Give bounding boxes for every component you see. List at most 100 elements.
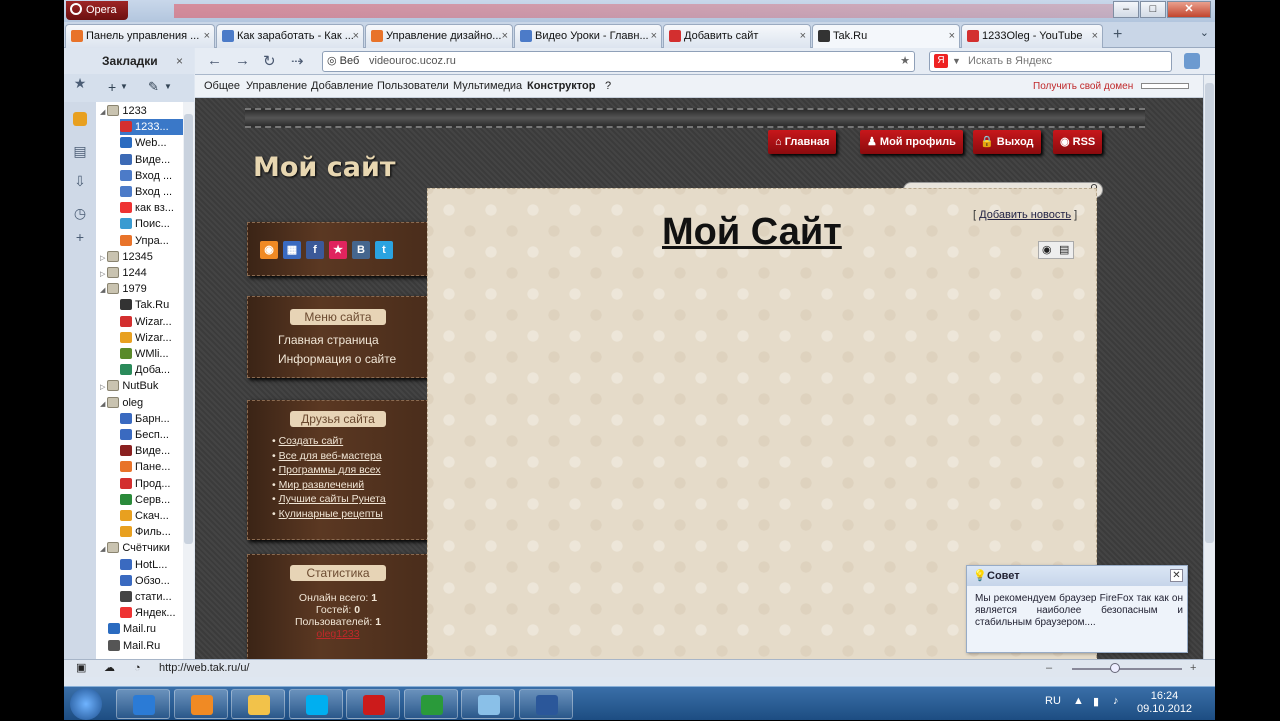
unite-icon[interactable]	[73, 112, 87, 126]
bookmark-folder[interactable]: ◢ 1233	[100, 103, 194, 119]
taskbar-camtasia[interactable]	[403, 689, 458, 719]
add-panel-icon[interactable]: +	[73, 230, 87, 244]
tab-close-icon[interactable]: ×	[651, 25, 657, 47]
bookmark-item[interactable]: Mail.Ru	[108, 638, 194, 654]
collapsed-arrow-icon[interactable]: ▷	[100, 255, 107, 262]
taskbar-opera[interactable]	[346, 689, 400, 719]
star-icon[interactable]: ★	[73, 76, 87, 90]
downloads-icon[interactable]: ⇩	[73, 174, 87, 188]
tab-5[interactable]: Добавить сайт ×	[663, 24, 811, 48]
friend-link[interactable]: Мир развлечений	[279, 479, 365, 491]
network-icon[interactable]: ▮	[1093, 695, 1099, 708]
nav-rss[interactable]: ◉ RSS	[1053, 130, 1103, 154]
facebook-icon[interactable]: f	[306, 241, 324, 259]
menu-item[interactable]: Информация о сайте	[278, 350, 396, 369]
taskbar-ie[interactable]	[116, 689, 170, 719]
expanded-arrow-icon[interactable]: ◢	[100, 287, 107, 294]
zoom-slider[interactable]	[1072, 663, 1182, 673]
tab-close-icon[interactable]: ×	[1092, 25, 1098, 47]
history-icon[interactable]: ◷	[73, 206, 87, 220]
add-news-link[interactable]: Добавить новость	[979, 209, 1071, 221]
bookmark-star-icon[interactable]: ★	[900, 52, 910, 71]
speedometer-icon[interactable]: ◔	[134, 660, 141, 677]
zoom-in-icon[interactable]: +	[1190, 660, 1196, 677]
menu-item[interactable]: Главная страница	[278, 331, 396, 350]
bookmark-folder[interactable]: ◢ Счётчики	[100, 540, 194, 556]
expanded-arrow-icon[interactable]: ◢	[100, 401, 107, 408]
search-field[interactable]: Я ▼ Искать в Яндекс	[929, 51, 1172, 72]
tab-2[interactable]: Как заработать - Как ... ×	[216, 24, 364, 48]
tab-close-icon[interactable]: ×	[353, 25, 359, 47]
collapsed-arrow-icon[interactable]: ▷	[100, 384, 107, 391]
reload-icon[interactable]: ↻	[263, 52, 276, 70]
bookmark-icon[interactable]: ★	[329, 241, 347, 259]
page-scrollbar[interactable]	[1203, 75, 1215, 659]
ucoz-menu-6[interactable]: Конструктор	[527, 75, 595, 98]
ucoz-menu-2[interactable]: Управление	[246, 75, 307, 98]
list-icon[interactable]: ▤	[1059, 243, 1069, 256]
taskbar-notepad[interactable]	[461, 689, 515, 719]
friend-link[interactable]: Все для веб-мастера	[279, 450, 382, 462]
bookmark-folder[interactable]: ▷ 1244	[100, 265, 194, 281]
chevron-down-icon[interactable]: ▼	[164, 82, 172, 91]
tab-1[interactable]: Панель управления ... ×	[65, 24, 215, 48]
tab-7[interactable]: 1233Oleg - YouTube ×	[961, 24, 1103, 48]
tab-close-icon[interactable]: ×	[800, 25, 806, 47]
stat-user-link[interactable]: oleg1233	[248, 628, 428, 640]
tray-expand-icon[interactable]: ▲	[1073, 695, 1084, 707]
bookmark-folder[interactable]: ◢ oleg	[100, 395, 194, 411]
tab-close-icon[interactable]: ×	[502, 25, 508, 47]
bookmark-scrollbar[interactable]	[183, 102, 194, 659]
vk-icon[interactable]: В	[352, 241, 370, 259]
nav-lock[interactable]: 🔒 Выход	[973, 130, 1041, 154]
taskbar-media-player[interactable]	[173, 689, 228, 719]
forward-icon[interactable]: →	[235, 52, 250, 69]
tab-6[interactable]: Tak.Ru ×	[812, 24, 960, 48]
ucoz-menu-7[interactable]: ?	[605, 75, 611, 98]
tab-menu-icon[interactable]: ⌄	[1200, 26, 1209, 39]
delicious-icon[interactable]: ▦	[283, 241, 301, 259]
fast-forward-icon[interactable]: ⇢	[291, 52, 304, 70]
search-engine-dropdown-icon[interactable]: ▼	[952, 52, 961, 71]
address-url[interactable]: videouroc.ucoz.ru	[369, 52, 456, 71]
ucoz-slider[interactable]	[1141, 83, 1189, 89]
nav-home[interactable]: ⌂ Главная	[768, 130, 837, 154]
bookmark-folder[interactable]: ▷ NutBuk	[100, 378, 194, 394]
bookmark-folder[interactable]: ◢ 1979	[100, 281, 194, 297]
expanded-arrow-icon[interactable]: ◢	[100, 546, 107, 553]
clock[interactable]: 16:24 09.10.2012	[1137, 690, 1192, 716]
tab-close-icon[interactable]: ×	[204, 25, 210, 47]
panel-toggle-icon[interactable]: ▣	[76, 660, 86, 677]
taskbar-explorer[interactable]	[231, 689, 285, 719]
tab-4[interactable]: Видео Уроки - Главн... ×	[514, 24, 662, 48]
speed-dial-icon[interactable]	[1184, 53, 1200, 69]
start-button[interactable]	[70, 688, 102, 720]
bookmark-folder[interactable]: ▷ 12345	[100, 249, 194, 265]
ucoz-menu-1[interactable]: Общее	[204, 75, 240, 98]
zoom-out-icon[interactable]: –	[1046, 660, 1052, 677]
ucoz-menu-5[interactable]: Мультимедиа	[453, 75, 522, 98]
tab-3[interactable]: Управление дизайно... ×	[365, 24, 513, 48]
maximize-button[interactable]: □	[1140, 1, 1166, 18]
get-domain-link[interactable]: Получить свой домен	[1033, 75, 1133, 98]
collapsed-arrow-icon[interactable]: ▷	[100, 271, 107, 278]
friend-link[interactable]: Программы для всех	[279, 464, 381, 476]
ucoz-menu-3[interactable]: Добавление	[311, 75, 373, 98]
wrench-icon[interactable]: ✎	[148, 79, 159, 95]
nav-user[interactable]: ♟ Мой профиль	[860, 130, 963, 154]
minimize-button[interactable]: –	[1113, 1, 1139, 18]
expanded-arrow-icon[interactable]: ◢	[100, 109, 107, 116]
site-title[interactable]: Мой сайт	[253, 152, 396, 183]
tip-close-button[interactable]: ✕	[1170, 569, 1183, 582]
rss-icon[interactable]: ◉	[260, 241, 278, 259]
twitter-icon[interactable]: t	[375, 241, 393, 259]
friend-link[interactable]: Создать сайт	[279, 435, 344, 447]
taskbar-word[interactable]	[518, 689, 573, 719]
bookmark-item[interactable]: Mail.ru	[108, 621, 194, 637]
tab-close-icon[interactable]: ×	[949, 25, 955, 47]
volume-icon[interactable]: ♪	[1113, 695, 1119, 707]
language-indicator[interactable]: RU	[1045, 695, 1061, 707]
add-bookmark-icon[interactable]: +	[108, 79, 116, 95]
friend-link[interactable]: Кулинарные рецепты	[279, 508, 383, 520]
ucoz-menu-4[interactable]: Пользователи	[377, 75, 449, 98]
